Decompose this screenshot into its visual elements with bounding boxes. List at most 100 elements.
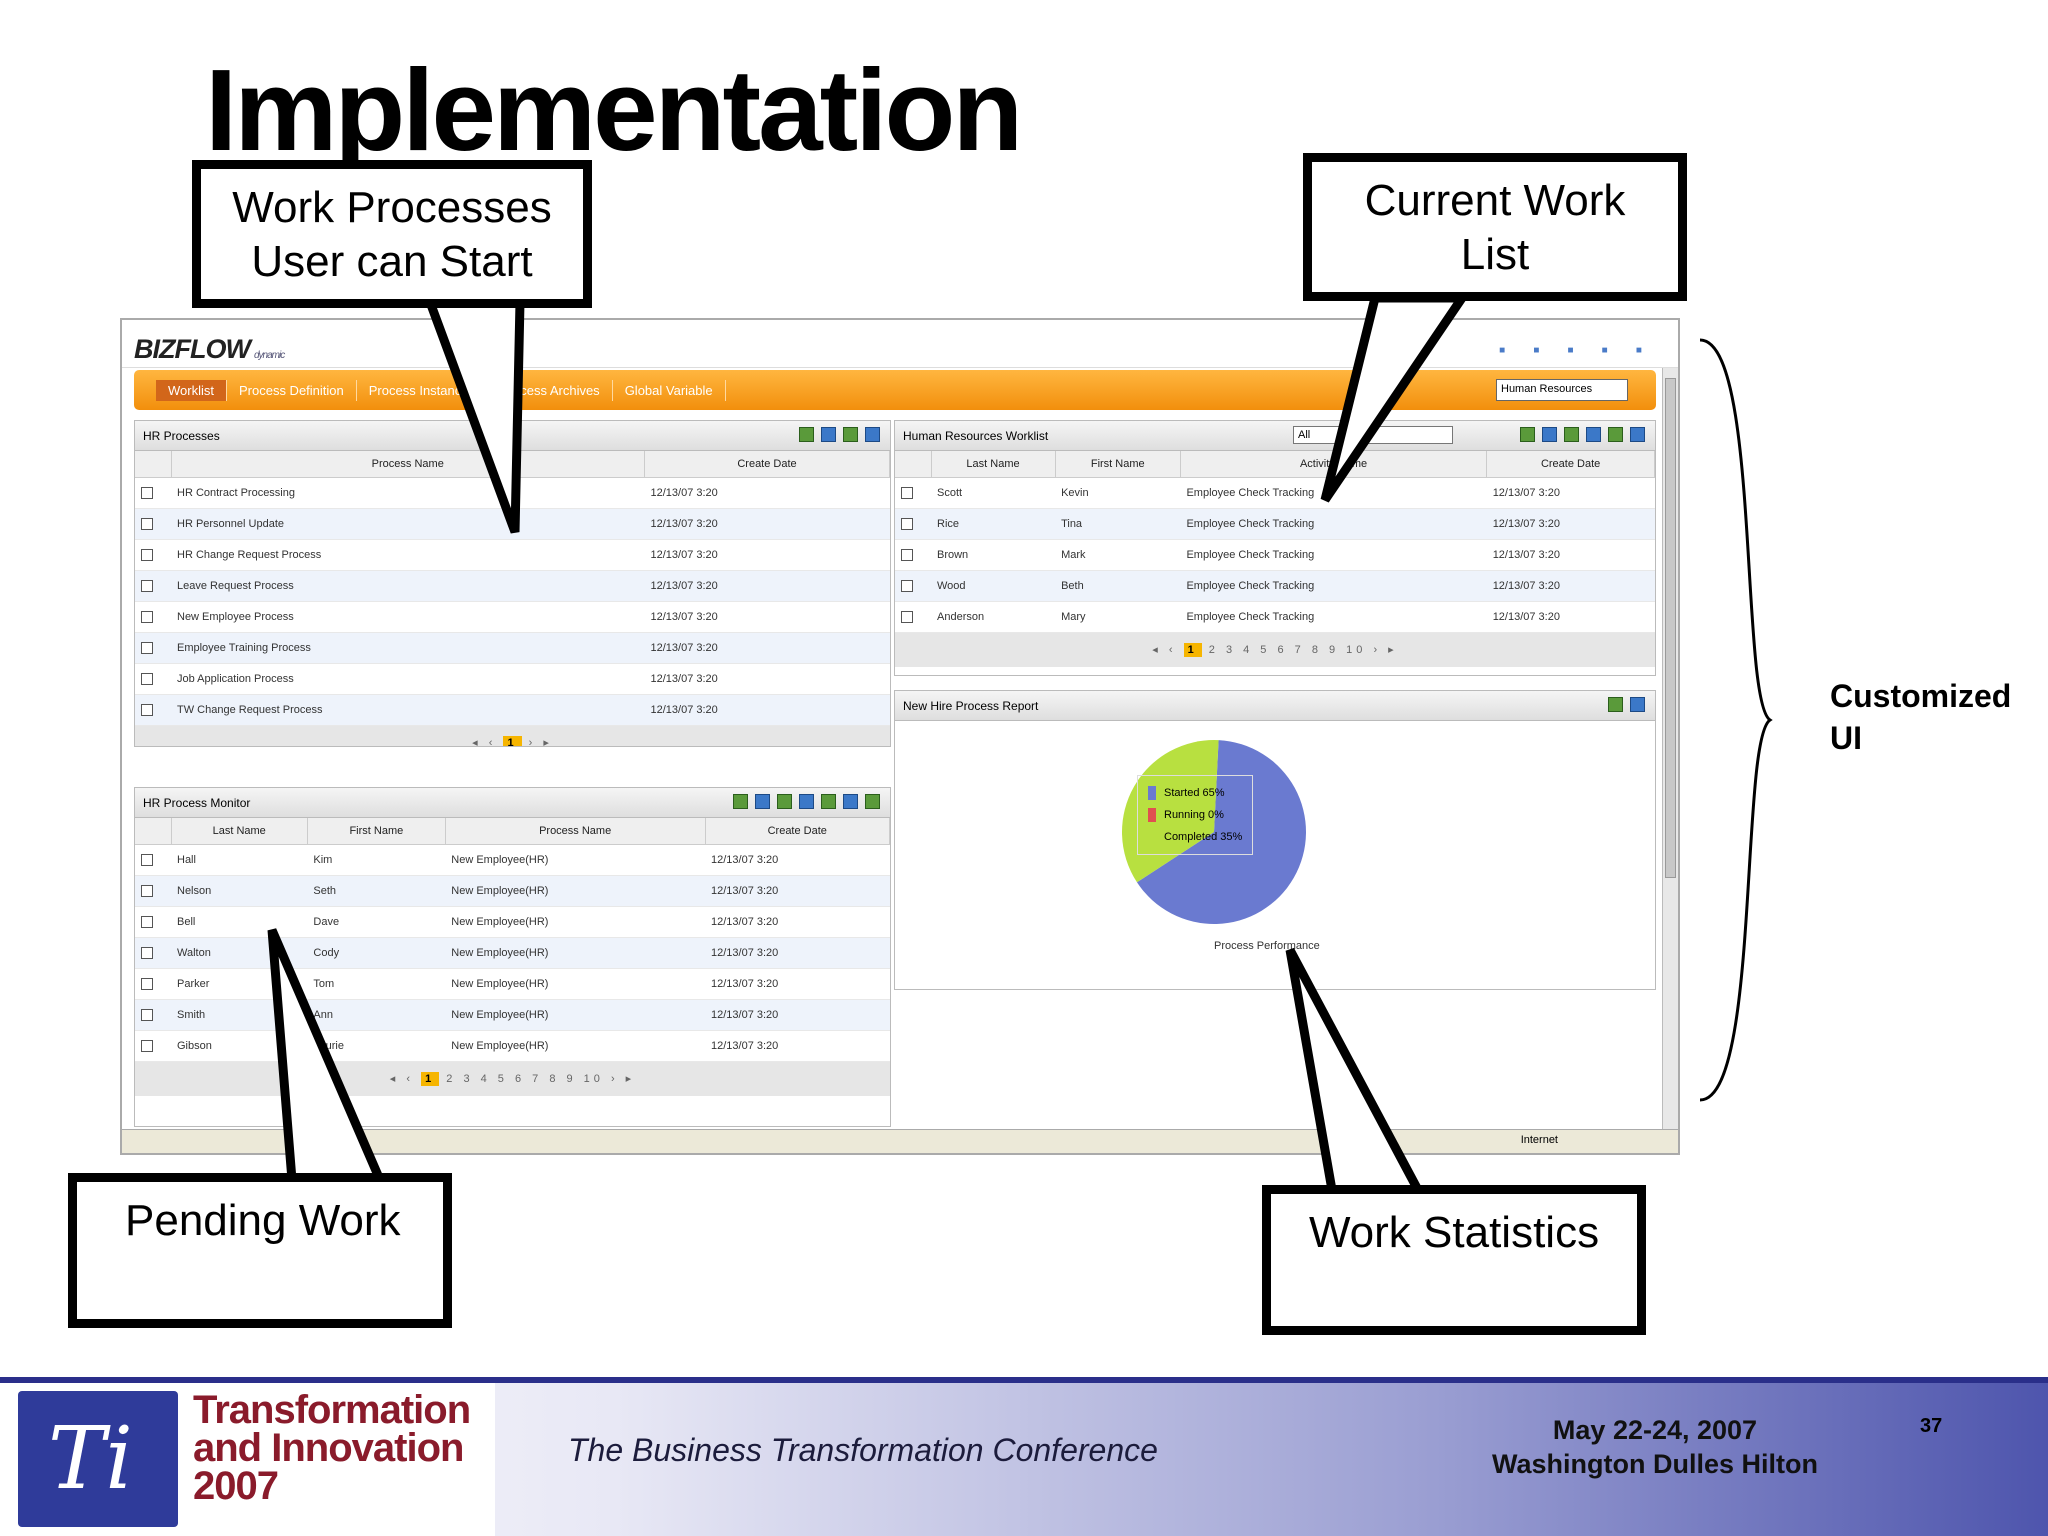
table-row[interactable]: Walton Cody New Employee(HR) 12/13/07 3:20 <box>135 937 890 969</box>
chart-icon[interactable] <box>821 794 836 809</box>
table-row[interactable]: Rice Tina Employee Check Tracking 12/13/07 … <box>895 508 1655 540</box>
view-icon[interactable] <box>733 794 748 809</box>
row-checkbox[interactable] <box>141 703 153 716</box>
row-checkbox[interactable] <box>141 915 153 928</box>
pie-legend: Started 65% Running 0% Completed 35% <box>1137 775 1254 855</box>
row-checkbox[interactable] <box>141 672 153 685</box>
table-cell: Mary <box>1055 601 1181 633</box>
table-cell: New Employee(HR) <box>445 968 705 1000</box>
table-row[interactable]: Anderson Mary Employee Check Tracking 12/13… <box>895 601 1655 633</box>
top-link-1[interactable] <box>1499 342 1511 356</box>
table-row[interactable]: Nelson Seth New Employee(HR) 12/13/07 3:20 <box>135 875 890 907</box>
col-first-name[interactable]: First Name <box>307 818 446 845</box>
bracket <box>1699 338 1773 1102</box>
tab-global-variable[interactable]: Global Variable <box>613 379 726 401</box>
row-checkbox[interactable] <box>141 610 153 623</box>
expand-icon[interactable] <box>865 427 880 442</box>
col-process-name[interactable]: Process Name <box>445 818 706 845</box>
expand-icon[interactable] <box>1630 427 1645 442</box>
print-icon[interactable] <box>1586 427 1601 442</box>
row-checkbox[interactable] <box>141 548 153 561</box>
edit-icon[interactable] <box>1564 427 1579 442</box>
pager[interactable]: ◂ ‹ 1 2 3 4 5 6 7 8 9 10 › ▸ <box>135 1061 890 1096</box>
worklist-table: Last Name First Name Activity Name Create D… <box>895 451 1655 633</box>
row-checkbox[interactable] <box>141 486 153 499</box>
top-link-2[interactable] <box>1533 342 1545 356</box>
table-row[interactable]: Scott Kevin Employee Check Tracking 12/13/0… <box>895 477 1655 509</box>
row-checkbox[interactable] <box>141 884 153 897</box>
export-icon[interactable] <box>1608 427 1623 442</box>
worklist-filter-select[interactable]: All <box>1293 426 1453 444</box>
table-row[interactable]: Wood Beth Employee Check Tracking 12/13/07 … <box>895 570 1655 602</box>
table-row[interactable]: HR Personnel Update 12/13/07 3:20 <box>135 508 890 540</box>
open-icon[interactable] <box>1520 427 1535 442</box>
expand-icon[interactable] <box>1630 697 1645 712</box>
top-link-4[interactable] <box>1602 342 1614 356</box>
users-icon[interactable] <box>755 794 770 809</box>
start-icon[interactable] <box>799 427 814 442</box>
top-link-3[interactable] <box>1567 342 1579 356</box>
table-cell: Wood <box>931 570 1056 602</box>
table-row[interactable]: HR Contract Processing 12/13/07 3:20 <box>135 477 890 509</box>
row-checkbox[interactable] <box>141 579 153 592</box>
table-cell: Job Application Process <box>171 663 645 695</box>
customized-ui-label: Customized UI <box>1830 678 2012 756</box>
row-checkbox[interactable] <box>141 517 153 530</box>
hr-processes-panel: HR Processes Process Name Create Date HR … <box>134 420 891 747</box>
pager[interactable]: ◂ ‹ 1 › ▸ <box>135 725 890 746</box>
col-create-date[interactable]: Create Date <box>705 818 890 845</box>
row-checkbox[interactable] <box>141 946 153 959</box>
tab-process-archives[interactable]: Process Archives <box>488 379 613 401</box>
delete-icon[interactable] <box>799 794 814 809</box>
table-row[interactable]: Job Application Process 12/13/07 3:20 <box>135 663 890 695</box>
table-cell: HR Personnel Update <box>171 508 645 540</box>
pager[interactable]: ◂ ‹ 1 2 3 4 5 6 7 8 9 10 › ▸ <box>895 632 1655 667</box>
tab-worklist[interactable]: Worklist <box>156 379 227 401</box>
department-select[interactable]: Human Resources <box>1496 379 1628 401</box>
col-first-name[interactable]: First Name <box>1055 451 1181 478</box>
row-checkbox[interactable] <box>901 579 913 592</box>
col-last-name[interactable]: Last Name <box>171 818 308 845</box>
refresh-icon[interactable] <box>843 794 858 809</box>
table-row[interactable]: Parker Tom New Employee(HR) 12/13/07 3:20 <box>135 968 890 1000</box>
row-checkbox[interactable] <box>901 610 913 623</box>
table-row[interactable]: Bell Dave New Employee(HR) 12/13/07 3:20 <box>135 906 890 938</box>
table-row[interactable]: New Employee Process 12/13/07 3:20 <box>135 601 890 633</box>
table-row[interactable]: Gibson Laurie New Employee(HR) 12/13/07 3:2… <box>135 1030 890 1062</box>
row-checkbox[interactable] <box>141 977 153 990</box>
refresh-icon[interactable] <box>821 427 836 442</box>
col-last-name[interactable]: Last Name <box>931 451 1056 478</box>
table-row[interactable]: Hall Kim New Employee(HR) 12/13/07 3:20 <box>135 844 890 876</box>
table-row[interactable]: Employee Training Process 12/13/07 3:20 <box>135 632 890 664</box>
row-checkbox[interactable] <box>141 641 153 654</box>
col-process-name[interactable]: Process Name <box>171 451 645 478</box>
table-row[interactable]: TW Change Request Process 12/13/07 3:20 <box>135 694 890 726</box>
col-activity-name[interactable]: Activity Name <box>1180 451 1488 478</box>
scrollbar-thumb[interactable] <box>1665 378 1676 878</box>
group-icon[interactable] <box>777 794 792 809</box>
row-checkbox[interactable] <box>141 853 153 866</box>
row-checkbox[interactable] <box>901 548 913 561</box>
table-row[interactable]: Leave Request Process 12/13/07 3:20 <box>135 570 890 602</box>
col-create-date[interactable]: Create Date <box>644 451 890 478</box>
row-checkbox[interactable] <box>141 1008 153 1021</box>
callout-pending-work: Pending Work <box>68 1173 452 1328</box>
save-icon[interactable] <box>1542 427 1557 442</box>
conference-name: The Business Transformation Conference <box>568 1432 1158 1468</box>
table-cell: 12/13/07 3:20 <box>1486 477 1655 509</box>
row-checkbox[interactable] <box>901 486 913 499</box>
tab-process-instances[interactable]: Process Instances <box>357 379 488 401</box>
row-checkbox[interactable] <box>141 1039 153 1052</box>
tab-process-definition[interactable]: Process Definition <box>227 379 357 401</box>
table-row[interactable]: Smith Ann New Employee(HR) 12/13/07 3:20 <box>135 999 890 1031</box>
table-row[interactable]: HR Change Request Process 12/13/07 3:20 <box>135 539 890 571</box>
table-row[interactable]: Brown Mark Employee Check Tracking 12/13/07… <box>895 539 1655 571</box>
chart-icon[interactable] <box>1608 697 1623 712</box>
expand-icon[interactable] <box>865 794 880 809</box>
col-create-date[interactable]: Create Date <box>1486 451 1655 478</box>
row-checkbox[interactable] <box>901 517 913 530</box>
top-link-5[interactable] <box>1636 342 1648 356</box>
window-scrollbar[interactable] <box>1662 368 1678 1133</box>
table-cell: 12/13/07 3:20 <box>644 570 890 602</box>
settings-icon[interactable] <box>843 427 858 442</box>
